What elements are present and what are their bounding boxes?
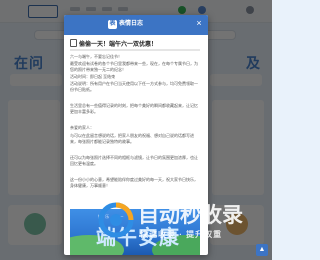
article-paragraph: 与可以在此留言想说的话，把家人朋友的祝福、想对自己说的话都写进来，每张照片都能记… <box>70 133 194 144</box>
article-paragraph: 最受欢迎有试卷的各个节日里我都带来一些，现在，在每个专属节日，为您的照片带来独一… <box>70 61 198 72</box>
brand-name: 表情日志 <box>119 21 144 27</box>
article-title: 偷偷一天！端午六一双优惠！ <box>70 39 200 49</box>
watermark-title: 自动秒收录 <box>138 203 243 227</box>
document-icon <box>70 39 77 47</box>
article-title-text: 偷偷一天！端午六一双优惠！ <box>79 42 158 48</box>
modal-header: 表 表情日志 × <box>64 15 208 35</box>
watermark-subtitle: 快速收录 · 提升权重 <box>140 230 223 239</box>
article-paragraph: 还可以为每张照片选择不同的相框与滤镜，让节日的氛围更加浓厚，也让回忆更有温度。 <box>70 155 198 166</box>
scroll-to-top-button[interactable]: ▲ <box>256 244 268 256</box>
divider <box>70 49 200 51</box>
article-paragraph: 生活里总有一些值得记录的时刻，把每个美好的瞬间都收藏起来，让记忆更加丰富多彩。 <box>70 103 198 114</box>
article-paragraph: 活动时间：即日起 至结束 <box>70 74 116 79</box>
article-paragraph: 六一与端午，不要忘记佳节！ <box>70 54 122 59</box>
close-icon[interactable]: × <box>194 18 204 28</box>
watermark-logo-icon <box>98 202 134 238</box>
article-paragraph: 活动说明：所有用户在节日当天使用以下任一方式参与，均可免费领取一份节日贴纸。 <box>70 81 198 92</box>
article-paragraph: 亲爱的家人： <box>70 125 94 130</box>
article-paragraph: 这一份小小的心意，希望能陪伴你度过美好的每一天，祝大家节日快乐，身体健康，万事顺… <box>70 177 198 188</box>
brand-logo-icon: 表 <box>108 20 117 29</box>
